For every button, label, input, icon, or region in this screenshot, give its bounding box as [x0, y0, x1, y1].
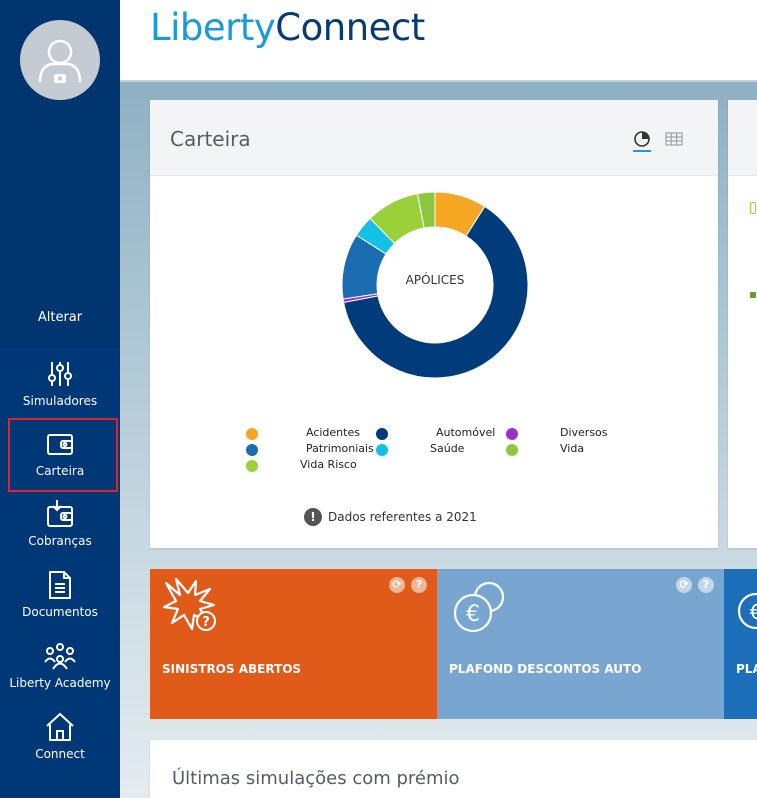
- tile-sinistros-abertos[interactable]: ? ⟳ ? SINISTROS ABERTOS: [150, 569, 437, 719]
- question-mark: ?: [202, 615, 210, 630]
- home-icon: [46, 712, 74, 741]
- sidebar-item-label: Liberty Academy: [9, 676, 111, 690]
- tile-label: PLAFOND DESCONTOS AUTO: [449, 662, 642, 676]
- sidebar-item-cobrancas[interactable]: Cobranças: [0, 498, 120, 568]
- sidebar-item-label: Simuladores: [22, 394, 98, 408]
- legend-label[interactable]: Automóvel: [436, 426, 495, 439]
- main-content: Carteira APÓLICES Acidentes Automóvel Dive…: [120, 82, 757, 798]
- tile-label: PLA: [736, 662, 757, 676]
- sidebar-item-connect[interactable]: Connect: [0, 711, 120, 781]
- sidebar-item-label: Documentos: [22, 605, 98, 619]
- card-title: Carteira: [170, 127, 251, 151]
- tile-actions: ⟳ ?: [389, 577, 427, 593]
- info-icon: !: [304, 508, 322, 526]
- legend-dot: [376, 444, 388, 456]
- tile-actions: ⟳ ?: [676, 577, 714, 593]
- legend-dot: [246, 444, 258, 456]
- refresh-icon[interactable]: ⟳: [676, 577, 692, 593]
- sidebar-item-liberty-academy[interactable]: Liberty Academy: [0, 640, 120, 710]
- data-note: ! Dados referentes a 2021: [304, 508, 477, 526]
- side-card-partial: [728, 100, 757, 548]
- svg-text:€: €: [750, 600, 757, 624]
- calendar-icon: [750, 202, 756, 214]
- selection-highlight: [8, 418, 118, 492]
- sidebar-item-documentos[interactable]: Documentos: [0, 569, 120, 639]
- legend-dot: [376, 428, 388, 440]
- legend-label[interactable]: Patrimoniais: [306, 442, 374, 455]
- sidebar-item-label: Connect: [35, 747, 85, 761]
- legend-label[interactable]: Diversos: [560, 426, 608, 439]
- pie-chart-view-icon[interactable]: [632, 130, 652, 152]
- tile-plafond-descontos-auto[interactable]: € ⟳ ? PLAFOND DESCONTOS AUTO: [437, 569, 724, 719]
- euro-coins-icon: €: [453, 581, 505, 633]
- legend-dot: [506, 444, 518, 456]
- card-header: Carteira: [150, 100, 718, 176]
- header: LibertyConnect: [120, 0, 757, 82]
- portfolio-donut-chart: APÓLICES: [340, 190, 530, 380]
- people-icon: [44, 643, 76, 670]
- document-icon: [49, 571, 71, 599]
- legend-label[interactable]: Vida: [560, 442, 584, 455]
- help-icon[interactable]: ?: [411, 577, 427, 593]
- euro-coin-icon: €: [737, 592, 757, 630]
- user-icon: [38, 39, 82, 83]
- profile-panel: Alterar: [0, 0, 120, 348]
- change-profile-link[interactable]: Alterar: [0, 310, 120, 325]
- brand-part2: Connect: [275, 6, 425, 49]
- sidebar: Alterar Simuladores Carteira Cobranças D…: [0, 0, 120, 798]
- legend-dot: [246, 428, 258, 440]
- section-title: Últimas simulações com prémio: [172, 768, 460, 789]
- legend-label[interactable]: Acidentes: [306, 426, 360, 439]
- donut-center-label: APÓLICES: [405, 273, 465, 287]
- avatar[interactable]: [20, 20, 100, 100]
- tile-label: SINISTROS ABERTOS: [162, 662, 302, 676]
- carteira-card: Carteira APÓLICES Acidentes Automóvel Dive…: [150, 100, 718, 548]
- refresh-icon[interactable]: ⟳: [389, 577, 405, 593]
- data-note-text: Dados referentes a 2021: [328, 510, 477, 524]
- status-icon: [750, 292, 756, 298]
- tile-partial[interactable]: € PLA: [724, 569, 757, 719]
- recent-simulations-card: Últimas simulações com prémio: [150, 740, 757, 798]
- brand-part1: Liberty: [150, 6, 276, 49]
- brand-logo[interactable]: LibertyConnect: [150, 6, 425, 49]
- help-icon[interactable]: ?: [698, 577, 714, 593]
- legend-dot: [506, 428, 518, 440]
- sidebar-item-label: Cobranças: [28, 534, 92, 548]
- claims-burst-icon: ?: [162, 577, 216, 631]
- legend-dot: [246, 460, 258, 472]
- legend-label[interactable]: Vida Risco: [300, 458, 357, 471]
- sliders-icon: [48, 362, 72, 386]
- svg-text:€: €: [466, 602, 480, 627]
- legend-label[interactable]: Saúde: [430, 442, 464, 455]
- payments-icon: [47, 500, 73, 527]
- table-view-icon[interactable]: [664, 130, 684, 152]
